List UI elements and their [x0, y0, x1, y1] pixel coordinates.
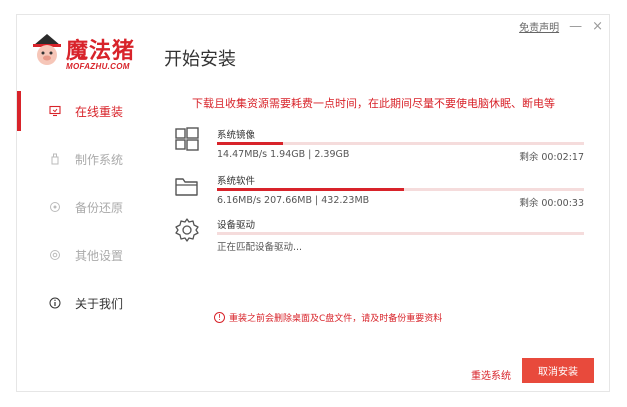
cancel-install-button[interactable]: 取消安装	[522, 358, 594, 383]
minimize-button[interactable]: —	[569, 19, 582, 34]
progress-fill	[217, 142, 284, 145]
settings-icon	[49, 249, 61, 261]
sidebar-item-make-system[interactable]: 制作系统	[17, 135, 167, 183]
sidebar-item-label: 关于我们	[75, 296, 124, 311]
sidebar-item-online-reinstall[interactable]: 在线重装	[17, 87, 167, 135]
reselect-system-link[interactable]: 重选系统	[471, 367, 511, 382]
logo-subtitle: MOFAZHU.COM	[66, 62, 130, 71]
warning-text: 重装之前会删除桌面及C盘文件，请及时备份重要资料	[229, 314, 443, 324]
task-name: 系统软件	[217, 176, 256, 187]
logo-text: 魔法猪	[66, 38, 136, 64]
monitor-icon	[49, 105, 61, 117]
sidebar-item-backup-restore[interactable]: 备份还原	[17, 183, 167, 231]
task-stats: 正在匹配设备驱动...	[217, 242, 303, 253]
progress-fill	[217, 188, 405, 191]
usb-icon	[49, 153, 61, 165]
sidebar-item-about-us[interactable]: 关于我们	[17, 279, 167, 327]
gear-icon	[175, 218, 199, 242]
sidebar-item-label: 备份还原	[75, 200, 124, 215]
download-notice: 下载且收集资源需要耗费一点时间，在此期间尽量不要使电脑休眠、断电等	[192, 97, 555, 110]
pig-mascot-icon	[33, 34, 61, 65]
sidebar: 在线重装 制作系统 备份还原 其他设置 关于我们	[17, 87, 167, 327]
backup-warning: ! 重装之前会删除桌面及C盘文件，请及时备份重要资料	[214, 311, 442, 324]
warning-icon: !	[214, 312, 225, 323]
sidebar-item-other-settings[interactable]: 其他设置	[17, 231, 167, 279]
sidebar-item-label: 其他设置	[75, 248, 124, 263]
window-controls: 免责声明 — ×	[519, 19, 603, 34]
page-title: 开始安装	[164, 49, 236, 70]
restore-icon	[49, 201, 61, 213]
progress-bar	[217, 142, 584, 145]
disclaimer-link[interactable]: 免责声明	[519, 19, 559, 34]
task-name: 设备驱动	[217, 220, 256, 231]
task-stats: 6.16MB/s 207.66MB | 432.23MB	[217, 195, 370, 206]
task-stats: 14.47MB/s 1.94GB | 2.39GB	[217, 149, 350, 160]
windows-icon	[175, 127, 199, 151]
sidebar-item-label: 在线重装	[75, 104, 124, 119]
folder-icon	[175, 178, 198, 196]
progress-bar	[217, 232, 584, 235]
installer-window: 魔法猪 MOFAZHU.COM 开始安装 免责声明 — × 在线重装 制作系统 …	[16, 14, 610, 392]
task-remaining-time: 剩余 00:02:17	[519, 152, 584, 163]
task-remaining-time: 剩余 00:00:33	[519, 198, 584, 209]
brand-logo: 魔法猪 MOFAZHU.COM	[30, 31, 150, 77]
info-icon	[49, 297, 61, 309]
progress-bar	[217, 188, 584, 191]
sidebar-item-label: 制作系统	[75, 152, 124, 167]
close-button[interactable]: ×	[592, 19, 603, 34]
task-name: 系统镜像	[217, 130, 256, 141]
